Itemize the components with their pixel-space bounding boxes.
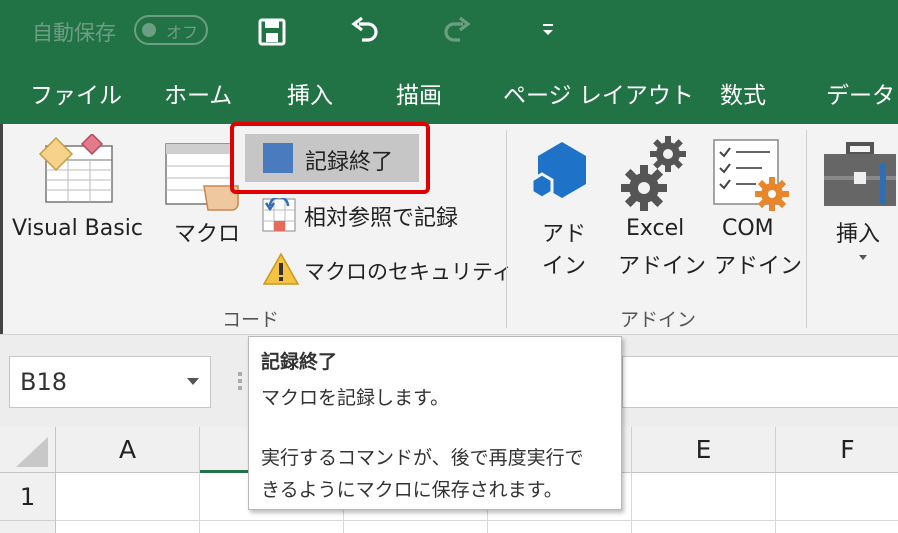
- autosave-toggle[interactable]: オフ: [134, 15, 208, 45]
- row-gridline: [56, 520, 898, 521]
- macro-security-button[interactable]: マクロのセキュリティ: [260, 250, 513, 290]
- excel-addins-label-2: アドイン: [618, 254, 707, 279]
- tab-home[interactable]: ホーム: [164, 76, 232, 110]
- tooltip: 記録終了 マクロを記録します。 実行するコマンドが、後で再度実行で きるようにマ…: [248, 336, 622, 510]
- undo-icon[interactable]: [350, 16, 380, 46]
- redo-icon[interactable]: [442, 16, 472, 46]
- autosave-state: オフ: [166, 23, 199, 42]
- name-box[interactable]: B18: [9, 356, 211, 408]
- com-addins-label-1: COM: [722, 216, 774, 241]
- excel-addins-button[interactable]: Excel アドイン: [612, 130, 706, 280]
- visual-basic-button[interactable]: Visual Basic: [10, 130, 155, 260]
- stop-recording-label: 記録終了: [305, 150, 394, 175]
- visual-basic-icon: [38, 134, 113, 203]
- toolbox-icon: [824, 142, 896, 206]
- com-addins-button[interactable]: COM アドイン: [706, 130, 802, 280]
- tab-data[interactable]: データ: [826, 76, 895, 110]
- tab-file[interactable]: ファイル: [30, 76, 122, 110]
- tooltip-line-3: きるようにマクロに保存されます。: [261, 479, 563, 501]
- column-header-f[interactable]: F: [776, 427, 898, 473]
- save-icon[interactable]: [258, 18, 286, 46]
- chevron-down-icon[interactable]: [186, 377, 200, 387]
- window-edge: [0, 124, 3, 334]
- macro-label: マクロ: [174, 222, 241, 247]
- relative-reference-button[interactable]: 相対参照で記録: [260, 196, 500, 234]
- insert-controls-label: 挿入: [836, 222, 881, 247]
- insert-controls-button[interactable]: 挿入: [818, 130, 898, 280]
- tab-formulas[interactable]: 数式: [720, 76, 766, 110]
- addins-icon: [530, 142, 586, 200]
- addins-button[interactable]: アド イン: [520, 130, 606, 280]
- row-header-2[interactable]: [0, 521, 56, 533]
- chevron-down-icon: [859, 255, 867, 260]
- col-gridline: [199, 473, 200, 533]
- col-gridline: [631, 473, 632, 533]
- visual-basic-label: Visual Basic: [12, 216, 143, 241]
- column-header-a[interactable]: A: [56, 427, 200, 473]
- macro-security-label: マクロのセキュリティ: [304, 260, 513, 284]
- customize-qat-icon[interactable]: [541, 22, 555, 38]
- select-all-corner[interactable]: [0, 427, 56, 473]
- tab-insert[interactable]: 挿入: [287, 76, 333, 110]
- ribbon-tabs: ファイル ホーム 挿入 描画 ページ レイアウト 数式 データ: [0, 66, 898, 124]
- gears-icon: [621, 136, 686, 211]
- col-gridline: [775, 473, 776, 533]
- macro-button[interactable]: マクロ: [160, 130, 240, 260]
- formula-input[interactable]: [622, 356, 898, 408]
- toggle-knob: [142, 23, 156, 37]
- tab-page-layout[interactable]: ページ レイアウト: [503, 76, 694, 110]
- addins-label-1: アド: [542, 222, 587, 247]
- stop-square-icon: [263, 143, 293, 173]
- group-separator: [506, 130, 507, 328]
- com-addins-icon: [713, 139, 789, 211]
- excel-addins-label-1: Excel: [626, 216, 685, 241]
- autosave-label: 自動保存: [32, 21, 116, 45]
- tooltip-title: 記録終了: [261, 351, 338, 373]
- title-bar: 自動保存 オフ: [0, 0, 898, 66]
- addin-group-label: アドイン: [620, 309, 697, 331]
- stop-recording-button[interactable]: 記録終了: [245, 134, 419, 182]
- drag-handle[interactable]: [238, 372, 242, 390]
- relative-reference-label: 相対参照で記録: [304, 206, 459, 231]
- relative-reference-icon: [262, 198, 296, 232]
- tooltip-line-2: 実行するコマンドが、後で再度実行で: [261, 447, 584, 469]
- select-all-triangle: [16, 437, 48, 467]
- tooltip-line-1: マクロを記録します。: [261, 387, 450, 409]
- column-header-e[interactable]: E: [632, 427, 776, 473]
- code-group-label: コード: [222, 309, 280, 331]
- group-separator: [806, 130, 807, 328]
- name-box-value: B18: [20, 368, 68, 396]
- row-header-1[interactable]: 1: [0, 473, 56, 521]
- com-addins-label-2: アドイン: [714, 254, 803, 279]
- tab-draw[interactable]: 描画: [396, 76, 442, 110]
- warning-icon: [262, 252, 300, 285]
- addins-label-2: イン: [542, 254, 587, 279]
